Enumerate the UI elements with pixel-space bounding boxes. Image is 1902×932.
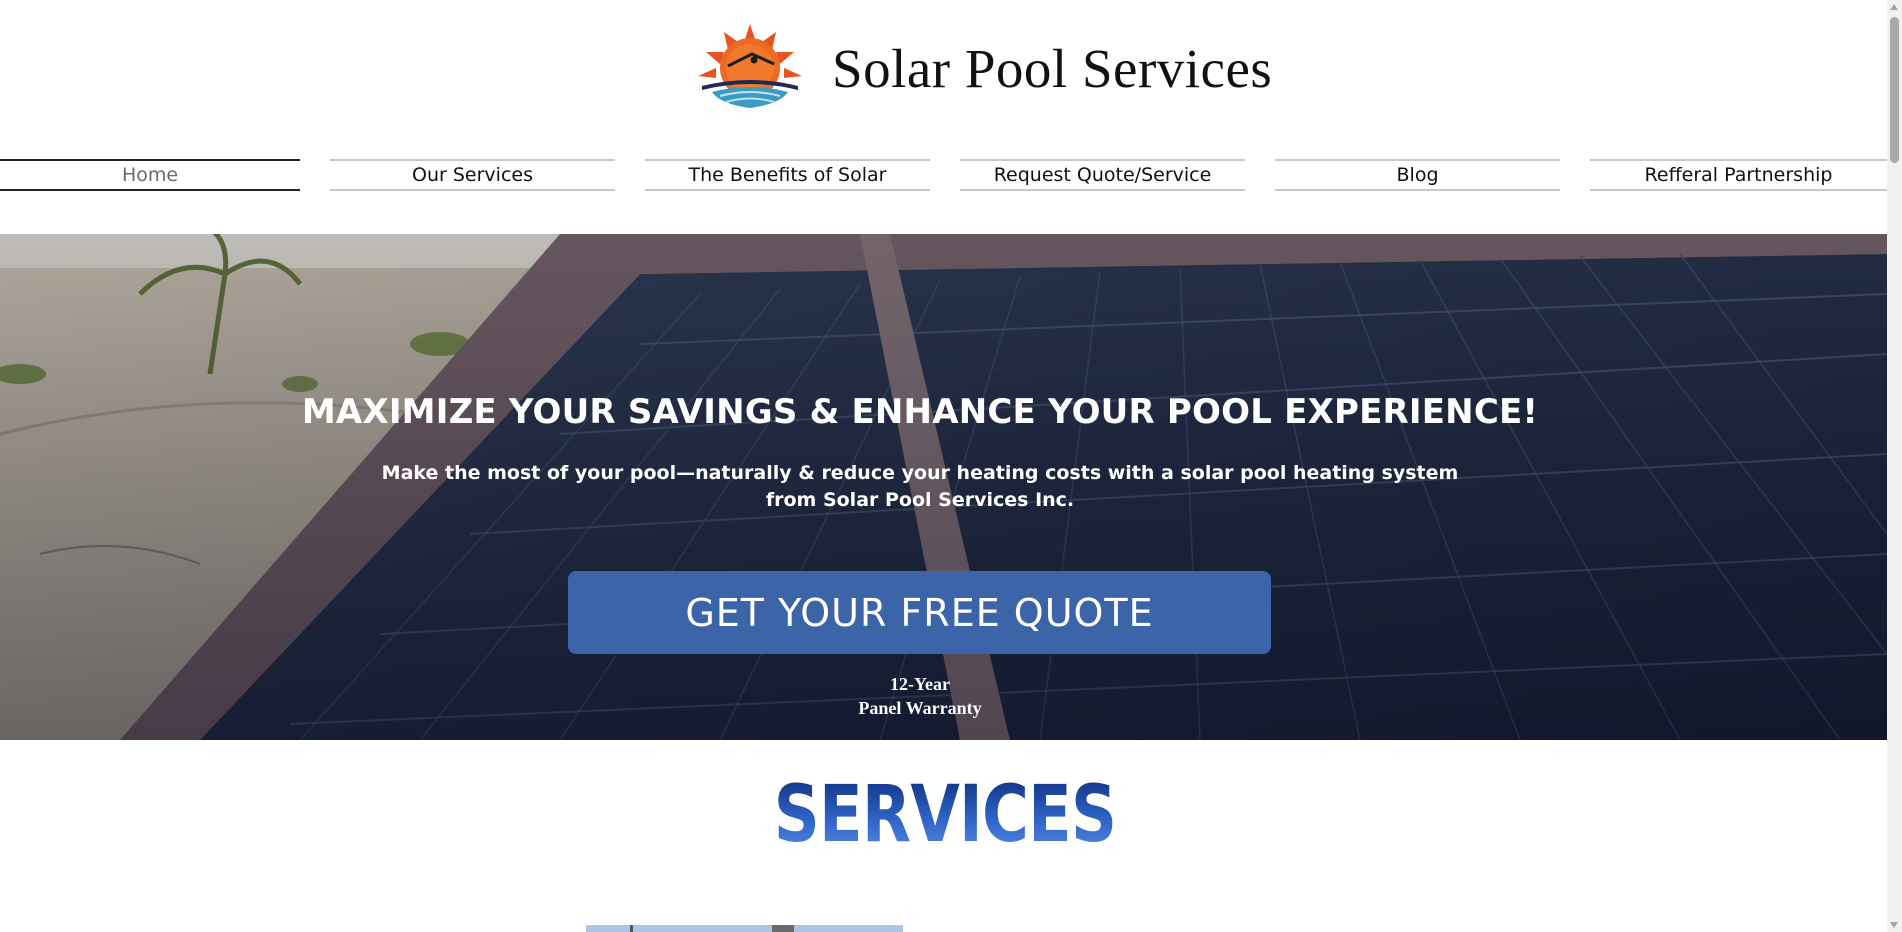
main-nav: Home Our Services The Benefits of Solar …: [0, 159, 1887, 191]
scroll-up-arrow-icon[interactable]: [1890, 4, 1898, 10]
hero-section: MAXIMIZE YOUR SAVINGS & ENHANCE YOUR POO…: [0, 234, 1887, 740]
hero-title: MAXIMIZE YOUR SAVINGS & ENHANCE YOUR POO…: [301, 392, 1539, 432]
nav-item-blog[interactable]: Blog: [1275, 159, 1560, 191]
scroll-down-arrow-icon[interactable]: [1890, 922, 1898, 928]
brand[interactable]: Solar Pool Services: [694, 22, 1272, 114]
page-scrollbar[interactable]: [1887, 0, 1902, 932]
site-header: Solar Pool Services Home Our Services Th…: [0, 0, 1887, 234]
site-title[interactable]: Solar Pool Services: [832, 41, 1272, 96]
nav-item-benefits-of-solar[interactable]: The Benefits of Solar: [645, 159, 930, 191]
nav-item-home[interactable]: Home: [0, 159, 300, 191]
warranty-years: 12-Year: [890, 674, 950, 694]
services-heading: SERVICES: [170, 776, 1720, 854]
image-detail: [772, 925, 794, 932]
hero-subtitle: Make the most of your pool—naturally & r…: [381, 462, 1459, 511]
warranty-label: Panel Warranty: [858, 698, 982, 718]
nav-item-our-services[interactable]: Our Services: [330, 159, 615, 191]
free-quote-button[interactable]: GET YOUR FREE QUOTE: [568, 571, 1271, 654]
service-card-image[interactable]: [586, 925, 903, 932]
scrollbar-thumb[interactable]: [1890, 17, 1899, 163]
image-detail: [630, 925, 633, 932]
nav-item-referral-partnership[interactable]: Refferal Partnership: [1590, 159, 1887, 191]
nav-item-request-quote[interactable]: Request Quote/Service: [960, 159, 1245, 191]
warranty-badge: 12-Year Panel Warranty: [0, 672, 1840, 720]
logo-icon[interactable]: [694, 24, 806, 112]
services-heading-text: SERVICES: [773, 770, 1117, 860]
